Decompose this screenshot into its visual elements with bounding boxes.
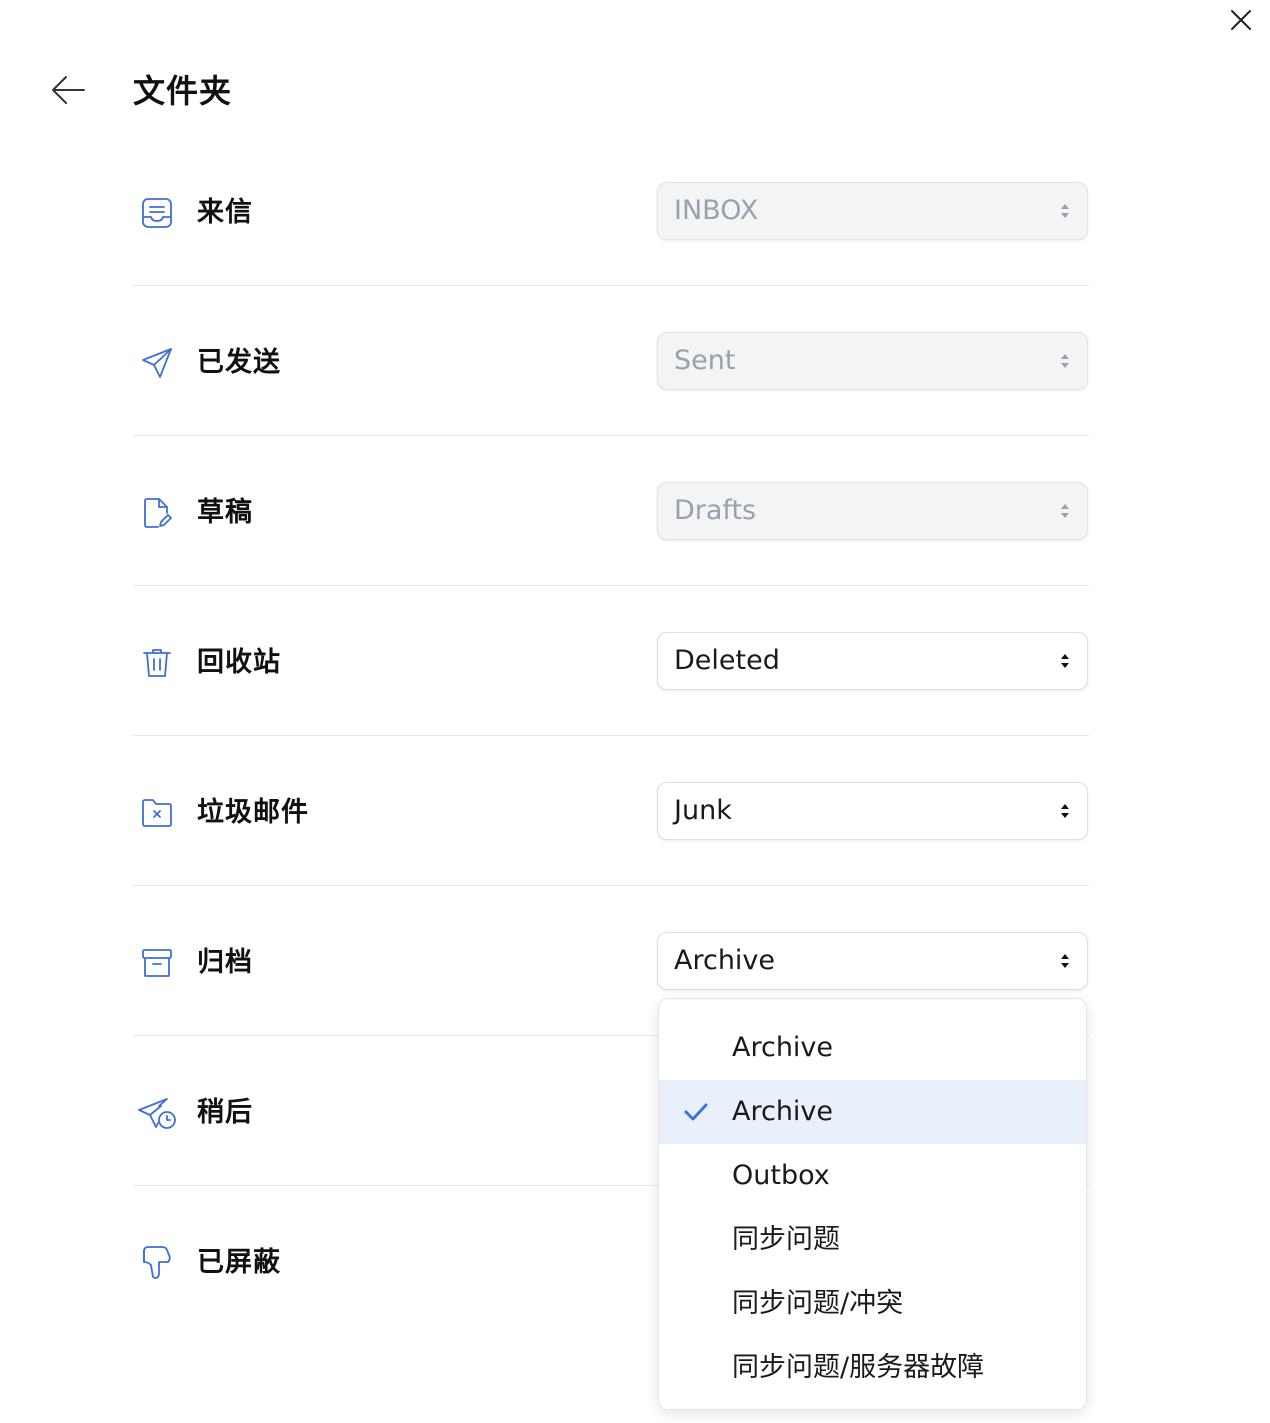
sent-folder-select[interactable]: Sent [657, 332, 1088, 390]
sort-arrows-icon [1061, 354, 1069, 368]
folder-label: 已屏蔽 [197, 1247, 281, 1278]
dropdown-option[interactable]: 同步问题/服务器故障 [659, 1336, 1086, 1400]
thumbs-down-icon [137, 1243, 177, 1283]
folder-settings-page: 文件夹 来信 INBOX 已发送 Sent 草稿 Drafts 回收站 Dele… [0, 0, 1270, 1423]
dropdown-option[interactable]: 同步问题 [659, 1208, 1086, 1272]
sort-arrows-icon [1061, 204, 1069, 218]
close-button[interactable] [1225, 4, 1257, 36]
dropdown-option-selected[interactable]: Archive [659, 1080, 1086, 1144]
folder-label: 归档 [197, 947, 253, 978]
drafts-folder-select[interactable]: Drafts [657, 482, 1088, 540]
inbox-icon [137, 193, 177, 233]
trash-icon [137, 643, 177, 683]
option-label: Outbox [732, 1160, 830, 1191]
folder-row-junk: 垃圾邮件 Junk [133, 736, 1089, 886]
arrow-left-icon [52, 76, 85, 104]
dropdown-option[interactable]: Archive [659, 1016, 1086, 1080]
option-label: 同步问题 [732, 1224, 840, 1255]
close-icon [1231, 10, 1251, 30]
junk-folder-icon [137, 793, 177, 833]
checkmark-icon [684, 1103, 708, 1121]
select-value: Junk [674, 795, 732, 826]
option-label: Archive [732, 1032, 834, 1063]
junk-folder-select[interactable]: Junk [657, 782, 1088, 840]
folder-label: 稍后 [197, 1097, 253, 1128]
archive-icon [137, 943, 177, 983]
send-later-icon [137, 1093, 177, 1133]
page-title: 文件夹 [133, 72, 233, 110]
archive-folder-select[interactable]: Archive [657, 932, 1088, 990]
folder-label: 回收站 [197, 647, 281, 678]
select-value: Drafts [674, 495, 757, 526]
back-button[interactable] [47, 68, 89, 112]
sort-arrows-icon [1061, 954, 1069, 968]
option-label: 同步问题/服务器故障 [732, 1352, 985, 1383]
dropdown-option[interactable]: Outbox [659, 1144, 1086, 1208]
folder-label: 垃圾邮件 [197, 797, 309, 828]
folder-label: 已发送 [197, 347, 281, 378]
folder-row-sent: 已发送 Sent [133, 286, 1089, 436]
folder-label: 来信 [197, 197, 253, 228]
select-value: Archive [674, 945, 776, 976]
option-label: Archive [732, 1096, 834, 1127]
folder-row-trash: 回收站 Deleted [133, 586, 1089, 736]
folder-row-inbox: 来信 INBOX [133, 136, 1089, 286]
dropdown-option[interactable]: 同步问题/冲突 [659, 1272, 1086, 1336]
send-icon [137, 343, 177, 383]
archive-folder-dropdown: Archive Archive Outbox 同步问题 同步问题/冲突 同步问题… [658, 998, 1087, 1410]
option-label: 同步问题/冲突 [732, 1288, 904, 1319]
select-value: Deleted [674, 645, 780, 676]
folder-row-drafts: 草稿 Drafts [133, 436, 1089, 586]
sort-arrows-icon [1061, 654, 1069, 668]
select-value: INBOX [674, 195, 759, 226]
sort-arrows-icon [1061, 504, 1069, 518]
trash-folder-select[interactable]: Deleted [657, 632, 1088, 690]
sort-arrows-icon [1061, 804, 1069, 818]
draft-icon [137, 493, 177, 533]
select-value: Sent [674, 345, 736, 376]
folder-label: 草稿 [197, 497, 253, 528]
inbox-folder-select[interactable]: INBOX [657, 182, 1088, 240]
